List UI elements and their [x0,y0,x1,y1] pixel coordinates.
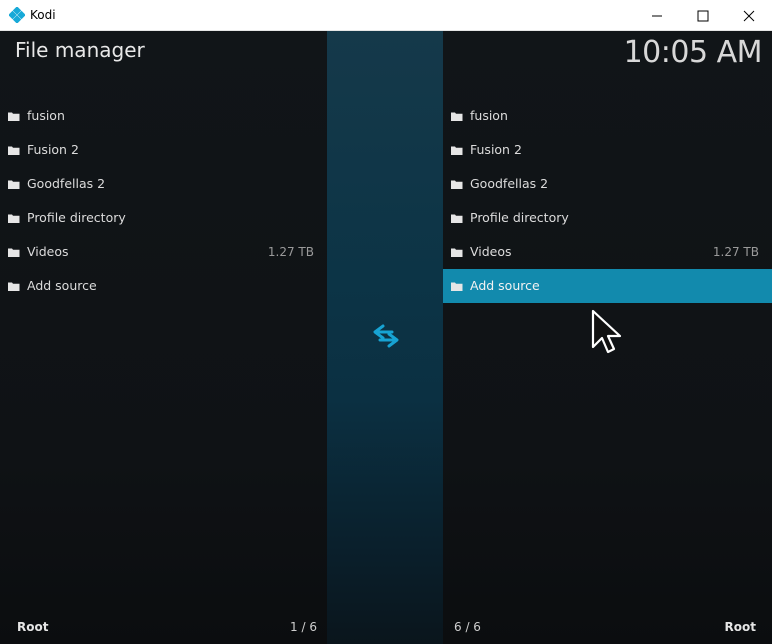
center-panel [327,31,443,644]
folder-icon [8,282,20,291]
kodi-logo-icon [9,7,25,23]
folder-icon [451,180,463,189]
folder-icon [451,146,463,155]
item-label: Goodfellas 2 [470,176,549,191]
list-item[interactable]: fusion [0,99,327,133]
item-label: Add source [27,278,97,293]
left-path-label: Root [17,620,49,634]
list-item[interactable]: Goodfellas 2 [0,167,327,201]
item-label: fusion [470,108,508,123]
right-item-counter: 6 / 6 [454,620,481,634]
folder-icon [451,282,463,291]
item-label: Add source [470,278,540,293]
item-label: Profile directory [470,210,569,225]
left-pane: File manager fusion Fusion 2 Goodfellas … [0,31,327,644]
list-item[interactable]: Add source [0,269,327,303]
folder-icon [451,214,463,223]
item-label: Fusion 2 [470,142,522,157]
list-item[interactable]: Goodfellas 2 [443,167,772,201]
right-file-list: fusion Fusion 2 Goodfellas 2 Profile dir… [443,99,772,303]
item-label: fusion [27,108,65,123]
item-label: Videos [470,244,512,259]
maximize-icon [697,10,709,22]
list-item[interactable]: Fusion 2 [0,133,327,167]
folder-icon [8,248,20,257]
list-item[interactable]: Videos 1.27 TB [443,235,772,269]
maximize-button[interactable] [680,0,726,31]
item-size: 1.27 TB [712,245,759,259]
left-item-counter: 1 / 6 [290,620,317,634]
folder-icon [451,248,463,257]
list-item[interactable]: Fusion 2 [443,133,772,167]
list-item[interactable]: Profile directory [0,201,327,235]
list-item[interactable]: Profile directory [443,201,772,235]
minimize-icon [652,15,662,17]
left-file-list: fusion Fusion 2 Goodfellas 2 Profile dir… [0,99,327,303]
minimize-button[interactable] [634,0,680,31]
list-item[interactable]: Videos 1.27 TB [0,235,327,269]
page-title: File manager [15,38,145,62]
folder-icon [8,112,20,121]
item-label: Videos [27,244,69,259]
folder-icon [8,214,20,223]
swap-arrows-icon[interactable] [372,323,400,349]
list-item[interactable]: fusion [443,99,772,133]
right-path-label: Root [724,620,756,634]
window-titlebar[interactable]: Kodi [0,0,772,31]
item-label: Goodfellas 2 [27,176,106,191]
list-item-selected[interactable]: Add source [443,269,772,303]
item-label: Fusion 2 [27,142,79,157]
window-title: Kodi [30,8,56,22]
kodi-app: File manager fusion Fusion 2 Goodfellas … [0,31,772,644]
item-label: Profile directory [27,210,126,225]
close-button[interactable] [726,0,772,31]
close-icon [743,10,755,22]
folder-icon [451,112,463,121]
item-size: 1.27 TB [267,245,314,259]
mouse-pointer-icon [591,309,622,354]
folder-icon [8,180,20,189]
folder-icon [8,146,20,155]
clock: 10:05 AM [623,35,763,70]
